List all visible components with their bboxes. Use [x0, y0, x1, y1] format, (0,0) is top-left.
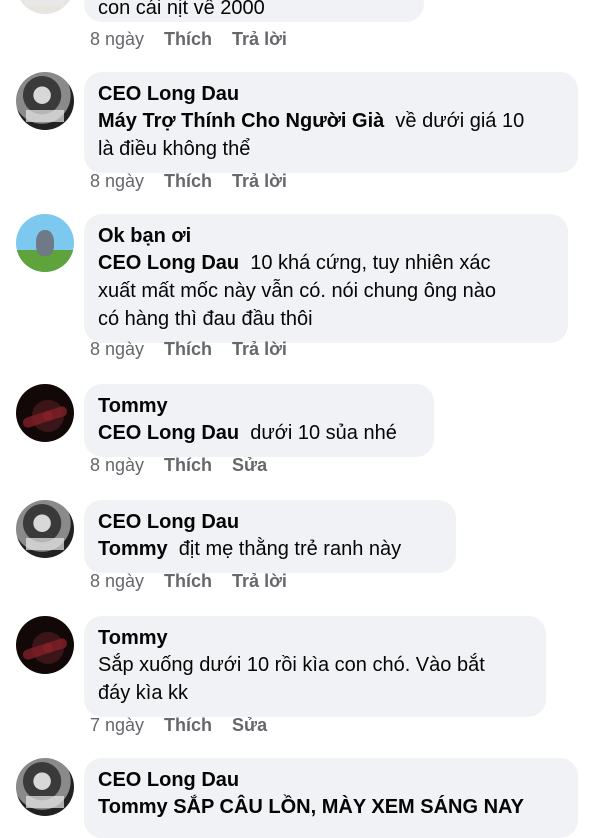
comment-time[interactable]: 8 ngày [90, 454, 144, 476]
edit-button[interactable]: Sửa [232, 714, 267, 736]
like-button[interactable]: Thích [164, 170, 212, 192]
comment-time[interactable]: 8 ngày [90, 28, 144, 50]
comment-meta: 8 ngày Thích Trả lời [90, 338, 307, 360]
avatar[interactable] [16, 758, 74, 816]
mention-link[interactable]: Tommy [98, 538, 168, 560]
comment-text: Tommy SẮP CÂU LỒN, MÀY XEM SÁNG NAY [98, 796, 524, 818]
reply-button[interactable]: Trả lời [232, 28, 287, 50]
like-button[interactable]: Thích [164, 28, 212, 50]
comment-bubble: Ok bạn ơi CEO Long Dau 10 khá cứng, tuy … [84, 214, 568, 343]
comment-time[interactable]: 8 ngày [90, 570, 144, 592]
comment-author[interactable]: Tommy [98, 625, 532, 651]
avatar[interactable] [16, 384, 74, 442]
like-button[interactable]: Thích [164, 454, 212, 476]
mention-link[interactable]: CEO Long Dau [98, 252, 239, 274]
comment-meta: 8 ngày Thích Trả lời [90, 170, 307, 192]
comment-text: con cái nịt về 2000 [98, 0, 265, 19]
comment-text: CEO Long Dau 10 khá cứng, tuy nhiên xác x… [98, 252, 497, 330]
comment-text: Sắp xuống dưới 10 rồi kìa con chó. Vào b… [98, 654, 485, 704]
comment-text: CEO Long Dau dưới 10 sủa nhé [98, 422, 397, 444]
avatar[interactable] [16, 72, 74, 130]
comment-author[interactable]: CEO Long Dau [98, 767, 564, 793]
reply-button[interactable]: Trả lời [232, 170, 287, 192]
comment-meta: 8 ngày Thích Sửa [90, 454, 287, 476]
avatar[interactable] [16, 0, 74, 14]
comment-meta: 8 ngày Thích Trả lời [90, 570, 307, 592]
comment-meta: 8 ngày Thích Trả lời [90, 28, 307, 50]
comment-bubble: Tommy Sắp xuống dưới 10 rồi kìa con chó.… [84, 616, 546, 717]
edit-button[interactable]: Sửa [232, 454, 267, 476]
avatar[interactable] [16, 214, 74, 272]
avatar[interactable] [16, 500, 74, 558]
avatar[interactable] [16, 616, 74, 674]
mention-link[interactable]: CEO Long Dau [98, 422, 239, 444]
comment-time[interactable]: 7 ngày [90, 714, 144, 736]
like-button[interactable]: Thích [164, 338, 212, 360]
comment-meta: 7 ngày Thích Sửa [90, 714, 287, 736]
comment-time[interactable]: 8 ngày [90, 170, 144, 192]
comment-bubble: CEO Long Dau Tommy SẮP CÂU LỒN, MÀY XEM … [84, 758, 578, 838]
mention-link[interactable]: Máy Trợ Thính Cho Người Già [98, 110, 384, 132]
comment-author[interactable]: CEO Long Dau [98, 81, 564, 107]
comment-text: Tommy địt mẹ thằng trẻ ranh này [98, 538, 402, 560]
like-button[interactable]: Thích [164, 570, 212, 592]
reply-button[interactable]: Trả lời [232, 570, 287, 592]
comment-author[interactable]: CEO Long Dau [98, 509, 442, 535]
reply-button[interactable]: Trả lời [232, 338, 287, 360]
comment-author[interactable]: Tommy [98, 393, 420, 419]
comment-time[interactable]: 8 ngày [90, 338, 144, 360]
comment-bubble: Tommy CEO Long Dau dưới 10 sủa nhé [84, 384, 434, 457]
comment-bubble: CEO Long Dau Máy Trợ Thính Cho Người Già… [84, 72, 578, 173]
comment-author[interactable]: Ok bạn ơi [98, 223, 554, 249]
comment-text: Máy Trợ Thính Cho Người Già về dưới giá … [98, 110, 525, 160]
comment-bubble: CEO Long Dau Tommy địt mẹ thằng trẻ ranh… [84, 500, 456, 573]
comment-bubble: con cái nịt về 2000 [84, 0, 424, 22]
like-button[interactable]: Thích [164, 714, 212, 736]
